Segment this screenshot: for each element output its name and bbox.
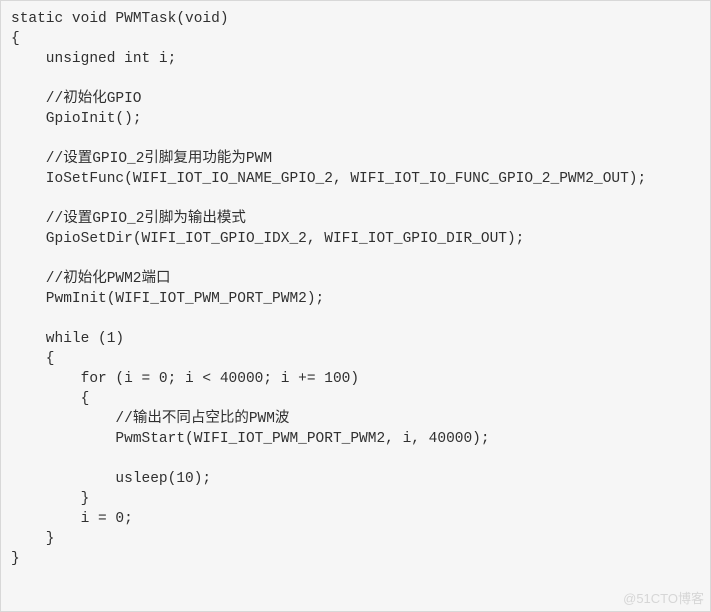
code-block: static void PWMTask(void) { unsigned int… (0, 0, 711, 612)
code-content: static void PWMTask(void) { unsigned int… (11, 11, 646, 567)
watermark: @51CTO博客 (623, 590, 704, 608)
